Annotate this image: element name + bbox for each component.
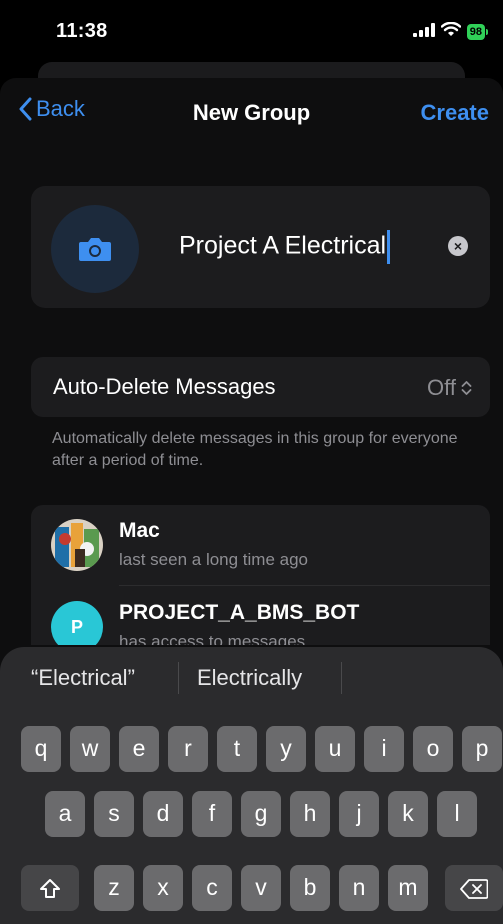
clear-text-button[interactable]: × xyxy=(448,236,468,256)
key-u[interactable]: u xyxy=(315,726,355,772)
signal-icon xyxy=(412,22,435,42)
auto-delete-footnote: Automatically delete messages in this gr… xyxy=(52,430,458,469)
status-bar: 11:38 98 xyxy=(0,0,503,64)
key-e[interactable]: e xyxy=(119,726,159,772)
key-c[interactable]: c xyxy=(192,865,232,911)
avatar: P xyxy=(51,601,103,645)
backspace-icon xyxy=(460,879,489,899)
member-status: last seen a long time ago xyxy=(119,550,309,569)
key-z[interactable]: z xyxy=(94,865,134,911)
suggestion-bar: “Electrical” Electrically xyxy=(0,662,503,698)
auto-delete-row[interactable]: Auto-Delete Messages Off xyxy=(31,357,490,417)
member-row[interactable]: P PROJECT_A_BMS_BOT has access to messag… xyxy=(31,587,490,645)
key-y[interactable]: y xyxy=(266,726,306,772)
key-l[interactable]: l xyxy=(437,791,477,837)
divider xyxy=(341,662,342,694)
shift-key[interactable] xyxy=(21,865,79,911)
delete-key[interactable] xyxy=(445,865,503,911)
group-name-input[interactable]: Project A Electrical xyxy=(179,230,391,264)
close-icon: × xyxy=(453,238,463,254)
key-t[interactable]: t xyxy=(217,726,257,772)
member-row[interactable]: Mac last seen a long time ago xyxy=(31,505,490,586)
suggestion-item[interactable]: “Electrical” xyxy=(31,665,135,691)
key-v[interactable]: v xyxy=(241,865,281,911)
set-photo-button[interactable] xyxy=(51,205,139,293)
group-info-card: Project A Electrical × xyxy=(31,186,490,308)
key-f[interactable]: f xyxy=(192,791,232,837)
divider xyxy=(119,585,490,586)
suggestion-item[interactable]: Electrically xyxy=(197,665,302,691)
member-status: has access to messages xyxy=(119,632,306,645)
keyboard: “Electrical” Electrically q w e r t y u … xyxy=(0,647,503,924)
auto-delete-selector[interactable]: Off xyxy=(427,375,472,401)
chevron-up-down-icon xyxy=(461,381,472,395)
divider xyxy=(178,662,179,694)
key-a[interactable]: a xyxy=(45,791,85,837)
key-o[interactable]: o xyxy=(413,726,453,772)
key-i[interactable]: i xyxy=(364,726,404,772)
key-r[interactable]: r xyxy=(168,726,208,772)
nav-bar: Back New Group Create xyxy=(0,96,503,136)
camera-icon xyxy=(79,238,111,261)
key-n[interactable]: n xyxy=(339,865,379,911)
members-list: Mac last seen a long time ago P PROJECT_… xyxy=(31,505,490,645)
auto-delete-value: Off xyxy=(427,375,456,400)
key-b[interactable]: b xyxy=(290,865,330,911)
key-s[interactable]: s xyxy=(94,791,134,837)
key-q[interactable]: q xyxy=(21,726,61,772)
key-d[interactable]: d xyxy=(143,791,183,837)
key-j[interactable]: j xyxy=(339,791,379,837)
member-name: PROJECT_A_BMS_BOT xyxy=(119,601,360,624)
key-g[interactable]: g xyxy=(241,791,281,837)
auto-delete-label: Auto-Delete Messages xyxy=(53,374,276,399)
member-name: Mac xyxy=(119,519,160,542)
group-name-text: Project A Electrical xyxy=(179,231,387,260)
key-w[interactable]: w xyxy=(70,726,110,772)
key-h[interactable]: h xyxy=(290,791,330,837)
create-button[interactable]: Create xyxy=(421,100,489,126)
text-cursor xyxy=(387,230,391,264)
battery-icon: 98 xyxy=(466,24,489,40)
key-x[interactable]: x xyxy=(143,865,183,911)
shift-icon xyxy=(40,878,60,898)
key-p[interactable]: p xyxy=(462,726,502,772)
avatar xyxy=(51,519,103,571)
key-k[interactable]: k xyxy=(388,791,428,837)
status-time: 11:38 xyxy=(56,20,108,42)
status-indicators: 98 xyxy=(412,21,489,42)
wifi-icon xyxy=(440,21,461,42)
key-m[interactable]: m xyxy=(388,865,428,911)
